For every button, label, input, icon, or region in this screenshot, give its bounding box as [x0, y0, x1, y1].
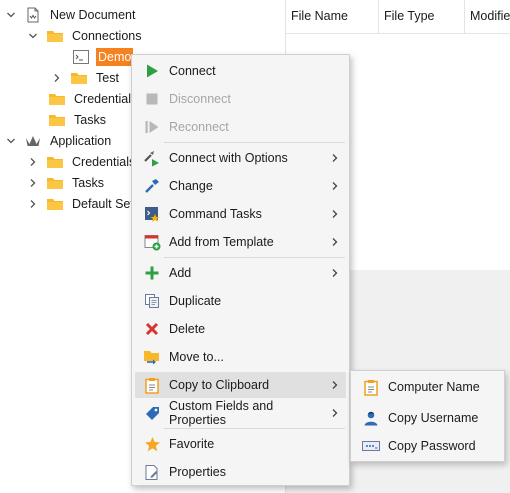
tree-item-app-credentials[interactable]: Credentials: [26, 152, 137, 172]
tree-item-demo[interactable]: Demo: [72, 47, 134, 67]
tree-item-label: Connections: [72, 29, 142, 43]
play-icon: [141, 61, 163, 81]
terminal-session-icon: [72, 49, 90, 65]
tag-icon: [141, 403, 163, 423]
folder-icon: [70, 70, 88, 86]
chevron-right-icon[interactable]: [26, 197, 40, 211]
properties-icon: [141, 462, 163, 482]
menu-separator: [164, 257, 345, 258]
grid-header: File Name File Type Modifie: [286, 0, 510, 34]
tree-item-label: Credentials: [72, 155, 136, 169]
crown-icon: [24, 133, 42, 149]
menu-item-add[interactable]: Add: [135, 260, 346, 286]
menu-item-move-to[interactable]: Move to...: [135, 344, 346, 370]
tree-item-test[interactable]: Test: [50, 68, 121, 88]
chevron-right-icon: [328, 408, 342, 418]
menu-item-reconnect[interactable]: Reconnect: [135, 114, 346, 140]
stop-icon: [141, 89, 163, 109]
menu-item-duplicate[interactable]: Duplicate: [135, 288, 346, 314]
template-icon: [141, 232, 163, 252]
column-modified[interactable]: Modifie: [465, 0, 510, 33]
folder-icon: [46, 28, 64, 44]
tree-item-label: Test: [96, 71, 119, 85]
tree-item-label: Default Set: [72, 197, 134, 211]
column-file-name[interactable]: File Name: [286, 0, 379, 33]
chevron-right-icon: [328, 153, 342, 163]
tree-item-default-set[interactable]: Default Set: [26, 194, 136, 214]
connect-options-icon: [141, 148, 163, 168]
copy-to-clipboard-submenu: Computer Name Copy Username Copy Passwor…: [350, 370, 505, 462]
menu-separator: [164, 428, 345, 429]
menu-item-command-tasks[interactable]: Command Tasks: [135, 201, 346, 227]
menu-separator: [164, 142, 345, 143]
menu-item-delete[interactable]: Delete: [135, 316, 346, 342]
tree-item-new-document[interactable]: New Document: [4, 5, 137, 25]
duplicate-icon: [141, 291, 163, 311]
password-icon: [360, 436, 382, 456]
chevron-down-icon[interactable]: [4, 134, 18, 148]
chevron-right-icon[interactable]: [26, 155, 40, 169]
user-icon: [360, 408, 382, 428]
folder-icon: [48, 112, 66, 128]
plus-icon: [141, 263, 163, 283]
tree-item-app-tasks[interactable]: Tasks: [26, 173, 106, 193]
column-file-type[interactable]: File Type: [379, 0, 465, 33]
chevron-down-icon[interactable]: [4, 8, 18, 22]
menu-item-add-from-template[interactable]: Add from Template: [135, 229, 346, 255]
chevron-right-icon: [328, 268, 342, 278]
menu-item-copy-to-clipboard[interactable]: Copy to Clipboard: [135, 372, 346, 398]
submenu-item-copy-password[interactable]: Copy Password: [354, 433, 502, 459]
tree-item-label: Application: [50, 134, 112, 148]
menu-item-change[interactable]: Change: [135, 173, 346, 199]
chevron-down-icon[interactable]: [26, 29, 40, 43]
move-folder-icon: [141, 347, 163, 367]
folder-icon: [48, 91, 66, 107]
context-menu: Connect Disconnect Reconnect Connect wit…: [131, 54, 350, 486]
clipboard-icon: [360, 377, 382, 397]
chevron-right-icon[interactable]: [50, 71, 64, 85]
document-icon: [24, 7, 42, 23]
submenu-item-computer-name[interactable]: Computer Name: [354, 374, 502, 400]
menu-item-connect-with-options[interactable]: Connect with Options: [135, 145, 346, 171]
tree-item-label: Demo: [96, 48, 134, 66]
chevron-right-icon: [328, 237, 342, 247]
tree-item-label: New Document: [50, 8, 136, 22]
tree-item-credentials[interactable]: Credentials: [46, 89, 139, 109]
tree-item-label: Tasks: [74, 113, 106, 127]
chevron-right-icon: [328, 181, 342, 191]
chevron-right-icon: [328, 380, 342, 390]
hammer-icon: [141, 176, 163, 196]
submenu-item-copy-username[interactable]: Copy Username: [354, 405, 502, 431]
chevron-right-icon[interactable]: [26, 176, 40, 190]
tree-item-application[interactable]: Application: [4, 131, 113, 151]
tree-item-tasks[interactable]: Tasks: [46, 110, 108, 130]
delete-icon: [141, 319, 163, 339]
star-icon: [141, 434, 163, 454]
clipboard-icon: [141, 375, 163, 395]
chevron-right-icon: [328, 209, 342, 219]
menu-item-custom-fields[interactable]: Custom Fields and Properties: [135, 399, 346, 427]
menu-item-favorite[interactable]: Favorite: [135, 431, 346, 457]
command-tasks-icon: [141, 204, 163, 224]
menu-item-connect[interactable]: Connect: [135, 58, 346, 84]
folder-icon: [46, 154, 64, 170]
tree-item-label: Credentials: [74, 92, 138, 106]
tree-item-label: Tasks: [72, 176, 104, 190]
reconnect-icon: [141, 117, 163, 137]
tree-item-connections[interactable]: Connections: [26, 26, 144, 46]
menu-item-properties[interactable]: Properties: [135, 459, 346, 485]
menu-item-disconnect[interactable]: Disconnect: [135, 86, 346, 112]
folder-icon: [46, 196, 64, 212]
folder-icon: [46, 175, 64, 191]
